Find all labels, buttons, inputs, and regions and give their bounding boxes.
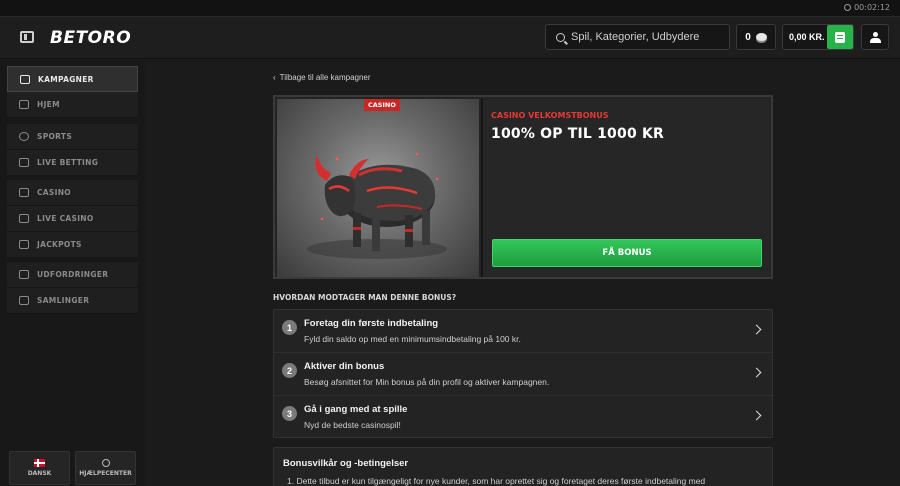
sidebar-item-udfordringer[interactable]: UDFORDRINGER [7, 262, 138, 288]
wallet-icon [835, 31, 845, 43]
promo-subtitle: CASINO VELKOMSTBONUS [491, 111, 609, 120]
sidebar-item-label: KAMPAGNER [38, 74, 94, 84]
card-table-icon [19, 214, 29, 223]
step-title: Aktiver din bonus [304, 361, 385, 372]
language-label: DANSK [27, 470, 52, 477]
deposit-button[interactable] [827, 25, 853, 49]
terms-section: Bonusvilkår og -betingelser 1. Dette til… [273, 447, 773, 486]
step-title: Gå i gang med at spille [304, 404, 408, 415]
terms-item: 1. Dette tilbud er kun tilgængeligt for … [287, 476, 706, 486]
category-badge: CASINO [364, 99, 400, 111]
chevron-right-icon [751, 410, 762, 421]
step-description: Fyld din saldo op med en minimumsindbeta… [304, 334, 521, 344]
balance-amount: 0,00 KR. [789, 32, 825, 42]
sidebar-item-sports[interactable]: SPORTS [7, 124, 138, 150]
sidebar-item-casino[interactable]: CASINO [7, 180, 138, 206]
coins-count: 0 [745, 31, 751, 43]
soccer-ball-icon [19, 132, 29, 141]
step-description: Nyd de bedste casinospil! [304, 420, 401, 430]
claim-bonus-button[interactable]: FÅ BONUS [492, 239, 762, 267]
balance-box: 0,00 KR. [782, 24, 854, 50]
sidebar-item-label: SAMLINGER [37, 296, 90, 305]
step-item[interactable]: 3 Gå i gang med at spille Nyd de bedste … [274, 396, 772, 439]
step-number: 1 [282, 320, 297, 335]
steps-list: 1 Foretag din første indbetaling Fyld di… [273, 309, 773, 438]
session-clock: 00:02:12 [844, 3, 890, 12]
terms-title: Bonusvilkår og -betingelser [283, 458, 409, 469]
search-icon [556, 32, 565, 42]
sidebar-item-hjem[interactable]: HJEM [7, 92, 138, 118]
sidebar-item-label: LIVE BETTING [37, 158, 99, 167]
step-number: 2 [282, 363, 297, 378]
diamond-icon [19, 240, 29, 249]
danish-flag-icon [34, 459, 45, 467]
howto-title: HVORDAN MODTAGER MAN DENNE BONUS? [273, 293, 457, 302]
grid-icon [19, 296, 29, 305]
promo-title: 100% OP TIL 1000 KR [491, 126, 664, 142]
sidebar-item-label: CASINO [37, 188, 71, 197]
sidebar-item-label: JACKPOTS [37, 240, 82, 249]
sidebar: KAMPAGNER HJEM SPORTS LIVE BETTING CASIN… [0, 60, 145, 486]
monitor-icon [19, 158, 29, 167]
user-icon [869, 31, 881, 43]
step-number: 3 [282, 406, 297, 421]
logo[interactable]: BETORO [50, 28, 131, 48]
chevron-right-icon [751, 367, 762, 378]
chevron-left-icon: ‹ [273, 73, 276, 82]
profile-button[interactable] [861, 24, 889, 50]
home-icon [19, 100, 29, 109]
session-clock-text: 00:02:12 [854, 3, 890, 12]
step-item[interactable]: 1 Foretag din første indbetaling Fyld di… [274, 310, 772, 353]
robot-bull-illustration [307, 152, 447, 259]
search-input[interactable] [571, 31, 721, 43]
help-center-button[interactable]: HJÆLPECENTER [75, 451, 136, 485]
sidebar-item-label: HJEM [37, 100, 60, 109]
language-button[interactable]: DANSK [9, 451, 70, 485]
promo-image: CASINO [277, 99, 479, 277]
sidebar-group-main: KAMPAGNER HJEM [7, 66, 138, 118]
promo-card: CASINO CASINO VELKOMSTBONUS 100% OP TIL … [273, 95, 773, 279]
step-title: Foretag din første indbetaling [304, 318, 439, 329]
sidebar-toggle-icon[interactable] [20, 31, 34, 43]
sidebar-item-live-betting[interactable]: LIVE BETTING [7, 150, 138, 176]
gift-icon [20, 74, 30, 84]
slot-machine-icon [19, 188, 29, 197]
coin-stack-icon [755, 33, 767, 41]
step-item[interactable]: 2 Aktiver din bonus Besøg afsnittet for … [274, 353, 772, 396]
clock-icon [844, 4, 852, 11]
sidebar-group-sports: SPORTS LIVE BETTING [7, 124, 138, 176]
sidebar-item-kampagner[interactable]: KAMPAGNER [7, 66, 138, 92]
step-description: Besøg afsnittet for Min bonus på din pro… [304, 377, 550, 387]
top-status-bar: 00:02:12 [0, 0, 900, 17]
sidebar-item-label: SPORTS [37, 132, 73, 141]
sidebar-group-casino: CASINO LIVE CASINO JACKPOTS [7, 180, 138, 258]
sidebar-item-jackpots[interactable]: JACKPOTS [7, 232, 138, 258]
search-box[interactable] [545, 24, 730, 50]
help-label: HJÆLPECENTER [79, 470, 132, 477]
sidebar-item-live-casino[interactable]: LIVE CASINO [7, 206, 138, 232]
sidebar-item-label: LIVE CASINO [37, 214, 94, 223]
promo-info: CASINO VELKOMSTBONUS 100% OP TIL 1000 KR… [481, 99, 770, 277]
sidebar-item-samlinger[interactable]: SAMLINGER [7, 288, 138, 314]
chevron-right-icon [751, 324, 762, 335]
header: BETORO 0 0,00 KR. [0, 17, 900, 59]
help-icon [101, 459, 110, 467]
trophy-icon [19, 270, 29, 279]
back-to-campaigns-link[interactable]: ‹ Tilbage til alle kampagner [273, 73, 371, 82]
sidebar-group-extra: UDFORDRINGER SAMLINGER [7, 262, 138, 314]
sidebar-item-label: UDFORDRINGER [37, 270, 109, 279]
back-link-label: Tilbage til alle kampagner [279, 73, 371, 82]
coins-button[interactable]: 0 [736, 24, 776, 50]
